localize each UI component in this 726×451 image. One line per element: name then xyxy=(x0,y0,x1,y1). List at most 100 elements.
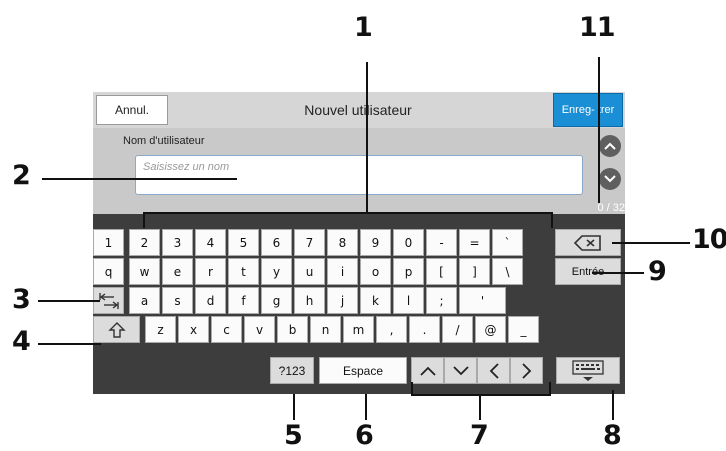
key-6[interactable]: 6 xyxy=(261,229,292,256)
callout-bracket-1-right xyxy=(551,212,553,228)
key-m[interactable]: m xyxy=(343,316,374,343)
key-equals[interactable]: = xyxy=(459,229,490,256)
key-w[interactable]: w xyxy=(129,258,160,285)
key-u[interactable]: u xyxy=(294,258,325,285)
callout-11: 11 xyxy=(579,12,616,43)
hide-keyboard-button[interactable] xyxy=(556,357,620,384)
key-d[interactable]: d xyxy=(195,287,226,314)
key-h[interactable]: h xyxy=(294,287,325,314)
key-7[interactable]: 7 xyxy=(294,229,325,256)
callout-line-7 xyxy=(479,395,481,420)
callout-3: 3 xyxy=(12,284,31,315)
key-close-bracket[interactable]: ] xyxy=(459,258,490,285)
callout-2: 2 xyxy=(12,160,31,191)
key-y[interactable]: y xyxy=(261,258,292,285)
username-input[interactable]: Saisissez un nom xyxy=(135,155,583,195)
callout-line-3 xyxy=(38,300,100,302)
chevron-up-icon xyxy=(604,142,616,150)
key-8[interactable]: 8 xyxy=(327,229,358,256)
cancel-button[interactable]: Annul. xyxy=(96,95,168,125)
callout-5: 5 xyxy=(284,420,303,451)
key-x[interactable]: x xyxy=(178,316,209,343)
key-n[interactable]: n xyxy=(310,316,341,343)
key-period[interactable]: . xyxy=(409,316,440,343)
key-p[interactable]: p xyxy=(393,258,424,285)
tab-icon xyxy=(98,292,119,309)
key-backslash[interactable]: \ xyxy=(492,258,523,285)
callout-line-10 xyxy=(612,242,690,244)
key-2[interactable]: 2 xyxy=(129,229,160,256)
callout-9: 9 xyxy=(648,256,667,287)
key-semicolon[interactable]: ; xyxy=(426,287,457,314)
key-o[interactable]: o xyxy=(360,258,391,285)
callout-bracket-1-h xyxy=(143,212,553,214)
backspace-icon xyxy=(573,234,601,251)
symbols-button[interactable]: ?123 xyxy=(270,357,314,384)
key-z[interactable]: z xyxy=(145,316,176,343)
key-backtick[interactable]: ` xyxy=(492,229,523,256)
callout-4: 4 xyxy=(12,326,31,357)
key-b[interactable]: b xyxy=(277,316,308,343)
key-l[interactable]: l xyxy=(393,287,424,314)
callout-line-9 xyxy=(592,272,644,274)
scroll-up-button[interactable] xyxy=(599,135,621,157)
key-j[interactable]: j xyxy=(327,287,358,314)
key-e[interactable]: e xyxy=(162,258,193,285)
callout-bracket-7-h xyxy=(411,394,551,396)
shift-button[interactable] xyxy=(93,316,140,343)
key-a[interactable]: a xyxy=(129,287,160,314)
cursor-down-button[interactable] xyxy=(444,357,477,384)
key-q[interactable]: q xyxy=(93,258,124,285)
callout-line-2 xyxy=(42,178,237,180)
key-c[interactable]: c xyxy=(211,316,242,343)
key-i[interactable]: i xyxy=(327,258,358,285)
right-arrow-icon xyxy=(521,362,531,379)
up-arrow-icon xyxy=(419,366,436,376)
chevron-down-icon xyxy=(604,175,616,183)
shift-icon xyxy=(107,321,126,338)
key-r[interactable]: r xyxy=(195,258,226,285)
key-k[interactable]: k xyxy=(360,287,391,314)
key-underscore[interactable]: _ xyxy=(508,316,539,343)
key-5[interactable]: 5 xyxy=(228,229,259,256)
field-label: Nom d'utilisateur xyxy=(123,135,205,147)
key-comma[interactable]: , xyxy=(376,316,407,343)
key-4[interactable]: 4 xyxy=(195,229,226,256)
key-g[interactable]: g xyxy=(261,287,292,314)
callout-bracket-7-right xyxy=(549,382,551,396)
save-button[interactable]: Enreg- trer xyxy=(553,93,623,127)
key-v[interactable]: v xyxy=(244,316,275,343)
header-bar: Annul. Nouvel utilisateur Enreg- trer xyxy=(93,92,625,128)
callout-line-8 xyxy=(612,390,614,420)
cursor-right-button[interactable] xyxy=(510,357,543,384)
key-open-bracket[interactable]: [ xyxy=(426,258,457,285)
key-apostrophe[interactable]: ' xyxy=(459,287,506,314)
cursor-left-button[interactable] xyxy=(477,357,510,384)
left-arrow-icon xyxy=(489,362,499,379)
key-minus[interactable]: - xyxy=(426,229,457,256)
key-s[interactable]: s xyxy=(162,287,193,314)
key-at[interactable]: @ xyxy=(475,316,506,343)
callout-line-11 xyxy=(598,57,600,203)
cursor-up-button[interactable] xyxy=(411,357,444,384)
key-f[interactable]: f xyxy=(228,287,259,314)
device-screen: Annul. Nouvel utilisateur Enreg- trer No… xyxy=(93,92,625,394)
callout-7: 7 xyxy=(470,420,489,451)
key-1[interactable]: 1 xyxy=(93,229,124,256)
callout-line-6 xyxy=(365,394,367,420)
keyboard-hide-icon xyxy=(572,359,604,381)
key-9[interactable]: 9 xyxy=(360,229,391,256)
callout-line-5 xyxy=(293,394,295,420)
space-button[interactable]: Espace xyxy=(319,357,407,384)
callout-line-1 xyxy=(366,62,368,212)
callout-bracket-1-left xyxy=(143,212,145,228)
scroll-down-button[interactable] xyxy=(599,168,621,190)
character-counter: 0 / 32 xyxy=(597,202,625,214)
key-slash[interactable]: / xyxy=(442,316,473,343)
callout-6: 6 xyxy=(355,420,374,451)
key-t[interactable]: t xyxy=(228,258,259,285)
callout-1: 1 xyxy=(354,12,373,43)
key-3[interactable]: 3 xyxy=(162,229,193,256)
callout-line-4 xyxy=(38,343,101,345)
key-0[interactable]: 0 xyxy=(393,229,424,256)
